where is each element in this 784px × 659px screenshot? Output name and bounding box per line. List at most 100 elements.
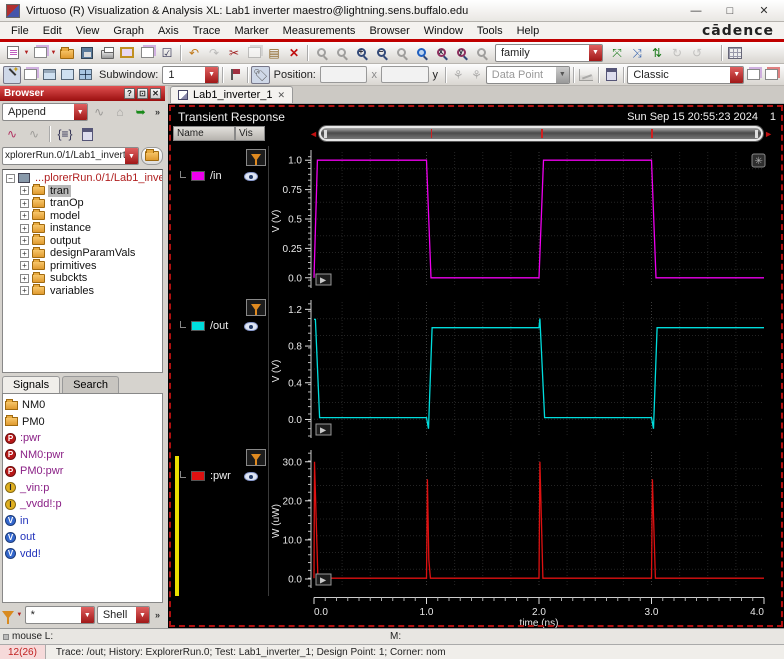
bookmark-flag-icon[interactable] — [226, 66, 244, 84]
browser-panel-header[interactable]: Browser ? ⊡ ✕ — [0, 86, 165, 101]
trace-name[interactable]: /in — [210, 170, 222, 182]
slider-left-arrow-icon[interactable]: ◄ — [308, 129, 319, 139]
previous-zoom-button[interactable] — [311, 44, 331, 62]
trace-filter-button[interactable] — [246, 449, 266, 466]
fit-all-button[interactable]: ⤧ — [607, 44, 627, 62]
calculator-browser-icon[interactable] — [77, 125, 97, 143]
tree-item-subckts[interactable]: + subckts — [3, 271, 162, 285]
tab-lab1-inverter-1[interactable]: Lab1_inverter_1 ✕ — [170, 86, 294, 103]
filter-overflow-chevron[interactable]: » — [152, 610, 163, 620]
undo-button[interactable]: ↶ — [184, 44, 204, 62]
snapshot-button[interactable] — [117, 44, 137, 62]
signal-filter-icon[interactable] — [2, 611, 14, 624]
theme-combo[interactable]: Classic ▼ — [627, 65, 745, 84]
tree-item-tran[interactable]: + tran — [3, 184, 162, 198]
expand-icon[interactable]: + — [20, 248, 29, 258]
zoom-x-button[interactable]: x — [431, 44, 451, 62]
expand-icon[interactable]: + — [20, 286, 29, 296]
tree-root[interactable]: −...plorerRun.0/1/Lab1_inverter_1/psf — [3, 172, 162, 185]
new-graph-button[interactable] — [3, 44, 23, 62]
signal-item-NM0:pwr[interactable]: P NM0:pwr — [5, 447, 160, 464]
signal-item-NM0[interactable]: NM0 — [5, 397, 160, 414]
collapse-icon[interactable]: − — [6, 173, 15, 183]
plot-appearance-icon[interactable]: ⌂ — [110, 103, 129, 121]
menu-edit[interactable]: Edit — [36, 23, 69, 39]
menu-browser[interactable]: Browser — [362, 23, 416, 39]
close-button[interactable]: ✕ — [750, 3, 778, 19]
signal-item-in[interactable]: Vin — [5, 513, 160, 530]
minimize-button[interactable]: — — [682, 3, 710, 19]
trace-filter-button[interactable] — [246, 299, 266, 316]
waveform-strip-out[interactable]: /out 1.2 0.8 0.4 0.0 V (V) ▶ — [168, 296, 784, 446]
next-zoom-button[interactable] — [331, 44, 351, 62]
datapoint-combo[interactable]: Data Point ▼ — [485, 65, 570, 84]
plot-signal-icon[interactable]: ∿ — [2, 125, 22, 143]
slider-right-arrow-icon[interactable]: ► — [763, 129, 774, 139]
redraw-button[interactable]: ↻ — [667, 44, 687, 62]
zoom-in-button[interactable]: + — [351, 44, 371, 62]
signal-item-_vvdd!:p[interactable]: I _vvdd!:p — [5, 496, 160, 513]
signal-item-:pwr[interactable]: P:pwr — [5, 430, 160, 447]
waveform-plot[interactable]: 30.0 20.0 10.0 0.0 W (uW) ▶ — [268, 446, 784, 596]
shell-combo[interactable]: Shell ▼ — [96, 606, 150, 624]
new-graph-dropdown-icon[interactable]: ▼ — [23, 45, 30, 61]
pan-button[interactable] — [391, 44, 411, 62]
menu-trace[interactable]: Trace — [186, 23, 228, 39]
cut-button[interactable]: ✂ — [224, 44, 244, 62]
tree-item-primitives[interactable]: + primitives — [3, 259, 162, 273]
menu-tools[interactable]: Tools — [470, 23, 510, 39]
expand-icon[interactable]: + — [20, 236, 29, 246]
help-icon[interactable]: ? — [124, 88, 135, 99]
menu-measurements[interactable]: Measurements — [276, 23, 363, 39]
new-subwindow-button[interactable] — [30, 44, 50, 62]
tree-item-tranOp[interactable]: + tranOp — [3, 196, 162, 210]
paste-button[interactable]: ▤ — [264, 44, 284, 62]
trace-color-swatch[interactable] — [191, 321, 205, 331]
trace-color-swatch[interactable] — [191, 471, 205, 481]
position-x-input[interactable] — [319, 66, 368, 83]
filter-dropdown-icon[interactable]: ▼ — [16, 607, 23, 623]
visibility-eye-icon[interactable] — [244, 472, 258, 481]
maximize-button[interactable]: □ — [716, 3, 744, 19]
zoom-y-button[interactable]: y — [451, 44, 471, 62]
waveform-plot[interactable]: 1.2 0.8 0.4 0.0 V (V) ▶ — [268, 296, 784, 446]
edit-properties-button[interactable]: ☑ — [157, 44, 177, 62]
zoom-custom-button[interactable] — [471, 44, 491, 62]
fit-x-button[interactable]: ⤨ — [627, 44, 647, 62]
plot-refresh-icon[interactable]: ∿ — [90, 103, 109, 121]
table-view-button[interactable] — [725, 44, 745, 62]
fit-y-button[interactable]: ⇅ — [647, 44, 667, 62]
name-column-header[interactable]: Name — [173, 126, 235, 141]
tab-close-icon[interactable]: ✕ — [278, 90, 286, 101]
edit-graph-button[interactable] — [137, 44, 157, 62]
calculator-button[interactable] — [602, 66, 620, 84]
open-button[interactable] — [57, 44, 77, 62]
trace-name[interactable]: /out — [210, 320, 228, 332]
time-range-slider[interactable]: ◄ ► — [308, 125, 774, 142]
browse-results-button[interactable] — [141, 147, 163, 165]
expand-icon[interactable]: + — [20, 273, 29, 283]
menu-marker[interactable]: Marker — [227, 23, 275, 39]
tab-signals[interactable]: Signals — [2, 376, 61, 393]
copy-button[interactable] — [244, 44, 264, 62]
multi-graph-button[interactable] — [21, 66, 39, 84]
zoom-out-button[interactable]: − — [371, 44, 391, 62]
new-subwindow-dropdown-icon[interactable]: ▼ — [50, 45, 57, 61]
copy-window-button[interactable] — [744, 66, 762, 84]
trace-name[interactable]: :pwr — [210, 470, 231, 482]
tree-item-variables[interactable]: + variables — [3, 284, 162, 298]
menu-window[interactable]: Window — [417, 23, 470, 39]
redo-button[interactable]: ↷ — [204, 44, 224, 62]
tree-item-model[interactable]: + model — [3, 209, 162, 223]
select-mode-button[interactable] — [3, 65, 22, 84]
trace-color-swatch[interactable] — [191, 171, 205, 181]
slider-track[interactable] — [318, 126, 764, 141]
expression-editor-icon[interactable]: {≡} — [55, 125, 75, 143]
signal-item-out[interactable]: Vout — [5, 529, 160, 546]
expand-icon[interactable]: + — [20, 261, 29, 271]
vis-column-header[interactable]: Vis — [235, 126, 265, 141]
browser-overflow-chevron[interactable]: » — [152, 107, 163, 117]
tab-search[interactable]: Search — [62, 376, 119, 393]
delete-button[interactable]: ✕ — [284, 44, 304, 62]
visibility-eye-icon[interactable] — [244, 172, 258, 181]
